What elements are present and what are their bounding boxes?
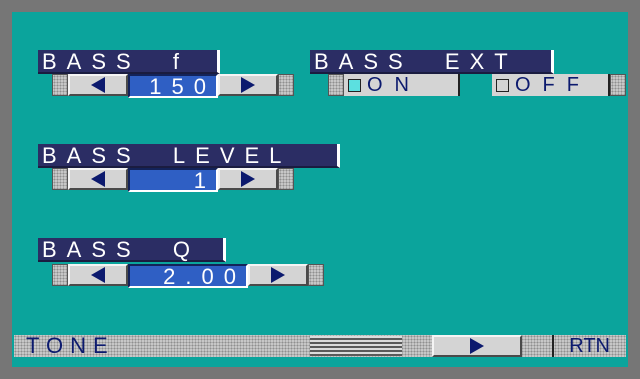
right-arrow-icon (271, 267, 285, 283)
bass-f-increase-button[interactable] (218, 74, 278, 96)
rtn-button[interactable]: RTN (552, 335, 614, 357)
bass-level-label: BASS LEVEL (38, 144, 340, 168)
off-checkbox-icon (496, 78, 509, 92)
left-arrow-icon (91, 171, 105, 187)
bass-f-decrease-button[interactable] (68, 74, 128, 96)
bass-q-increase-button[interactable] (248, 264, 308, 286)
tone-label: TONE (26, 333, 115, 358)
bass-f-label: BASS f (38, 50, 220, 74)
tone-button[interactable]: TONE (26, 335, 164, 357)
bass-level-right-cap (278, 168, 294, 190)
bass-q-label: BASS Q (38, 238, 226, 262)
left-arrow-icon (91, 267, 105, 283)
right-arrow-icon (470, 338, 484, 354)
bass-ext-right-cap (610, 74, 626, 96)
bass-ext-off-option[interactable]: OFF (492, 74, 610, 96)
bass-ext-off-label: OFF (515, 74, 591, 96)
rtn-label: RTN (569, 335, 610, 357)
audio-settings-screen: BASS f 150 BASS EXT ON OFF BASS LEVEL 1 … (12, 12, 628, 367)
bass-ext-on-label: ON (367, 74, 421, 96)
bass-f-right-cap (278, 74, 294, 96)
bass-level-increase-button[interactable] (218, 168, 278, 190)
bass-ext-on-option[interactable]: ON (344, 74, 460, 96)
bass-q-value: 2.00 (128, 264, 248, 288)
bass-level-left-cap (52, 168, 68, 190)
menu-lines-icon (310, 336, 402, 356)
on-checkbox-icon (348, 78, 361, 92)
bass-ext-left-cap (328, 74, 344, 96)
left-arrow-icon (91, 77, 105, 93)
bass-level-value: 1 (128, 168, 218, 192)
bass-q-decrease-button[interactable] (68, 264, 128, 286)
bass-level-decrease-button[interactable] (68, 168, 128, 190)
bass-q-right-cap (308, 264, 324, 286)
bass-q-left-cap (52, 264, 68, 286)
bass-ext-label: BASS EXT (310, 50, 554, 74)
bass-f-value: 150 (128, 74, 218, 98)
right-arrow-icon (241, 171, 255, 187)
bass-f-left-cap (52, 74, 68, 96)
next-page-button[interactable] (432, 335, 522, 357)
right-arrow-icon (241, 77, 255, 93)
